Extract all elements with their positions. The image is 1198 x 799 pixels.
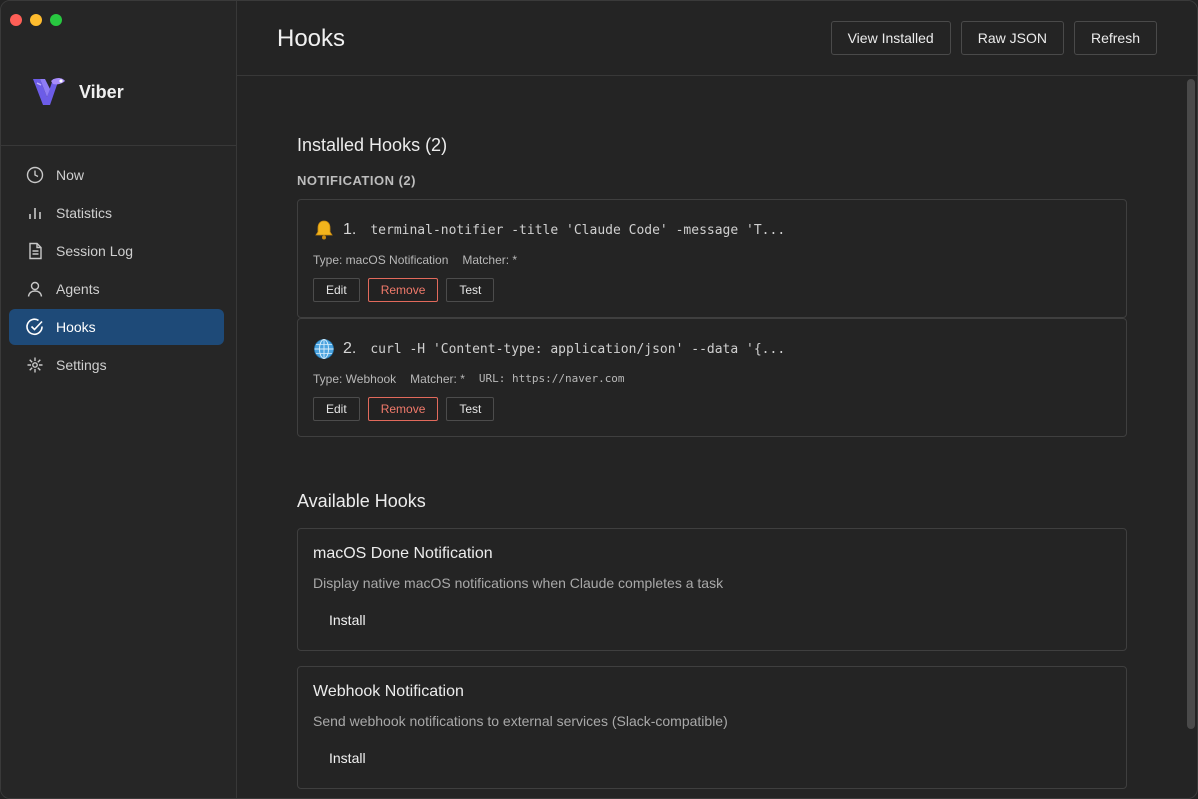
- maximize-window-button[interactable]: [50, 14, 62, 26]
- sidebar-nav: Now Statistics Session Log Agents Hooks …: [9, 157, 224, 385]
- available-hooks-title: Available Hooks: [297, 491, 426, 511]
- available-hook-description: Display native macOS notifications when …: [313, 575, 724, 591]
- app-name: Viber: [79, 81, 124, 102]
- app-window: Viber Now Statistics Session Log Agents …: [0, 0, 1198, 799]
- bar-chart-icon: [29, 208, 41, 219]
- hook-type: Type: macOS Notification: [313, 253, 449, 267]
- main-panel: Hooks View Installed Raw JSON Refresh In…: [237, 1, 1197, 798]
- document-icon: [29, 242, 42, 260]
- available-hook-name: macOS Done Notification: [313, 545, 493, 562]
- install-button[interactable]: Install: [313, 607, 382, 633]
- close-window-button[interactable]: [10, 14, 22, 26]
- sidebar-item-now[interactable]: Now: [9, 157, 224, 193]
- viber-logo-icon: [33, 78, 65, 105]
- hook-number: 1.: [343, 221, 357, 238]
- installed-hook-card: 1. terminal-notifier -title 'Claude Code…: [297, 199, 1127, 318]
- hook-matcher: Matcher: *: [462, 253, 518, 267]
- sidebar-divider: [1, 145, 236, 146]
- hook-matcher: Matcher: *: [410, 372, 465, 386]
- installed-hook-card: 2. curl -H 'Content-type: application/js…: [297, 318, 1127, 437]
- window-controls: [10, 14, 62, 26]
- hook-type: Type: Webhook: [313, 372, 397, 386]
- test-button[interactable]: Test: [446, 397, 495, 421]
- sidebar-item-label: Statistics: [56, 205, 113, 221]
- hook-header: 2. curl -H 'Content-type: application/js…: [313, 338, 785, 360]
- person-icon: [27, 281, 43, 297]
- brand: Viber: [31, 75, 124, 109]
- check-circle-icon: [26, 318, 43, 335]
- page-title: Hooks: [277, 25, 346, 52]
- sidebar-item-label: Session Log: [56, 243, 134, 259]
- notification-group-label: NOTIFICATION (2): [297, 173, 416, 188]
- hook-command: terminal-notifier -title 'Claude Code' -…: [370, 222, 786, 238]
- vertical-scrollbar[interactable]: [1187, 79, 1195, 729]
- hook-url: URL: https://naver.com: [478, 372, 625, 385]
- top-bar: Hooks View Installed Raw JSON Refresh: [237, 1, 1197, 76]
- hook-meta: Type: Webhook Matcher: * URL: https://na…: [313, 372, 625, 386]
- sidebar-item-statistics[interactable]: Statistics: [9, 195, 224, 231]
- sidebar-item-label: Agents: [56, 281, 100, 297]
- hook-meta: Type: macOS Notification Matcher: *: [313, 253, 517, 267]
- available-hook-card: macOS Done Notification Display native m…: [297, 528, 1127, 651]
- sidebar-item-label: Hooks: [56, 319, 96, 335]
- clock-icon: [26, 166, 44, 184]
- header-actions: View Installed Raw JSON Refresh: [830, 21, 1157, 55]
- sidebar-item-settings[interactable]: Settings: [9, 347, 224, 383]
- raw-json-button[interactable]: Raw JSON: [960, 21, 1064, 55]
- sidebar: Viber Now Statistics Session Log Agents …: [1, 1, 237, 798]
- installed-hooks-title: Installed Hooks (2): [297, 135, 448, 155]
- sidebar-item-label: Now: [56, 167, 85, 183]
- hook-header: 1. terminal-notifier -title 'Claude Code…: [313, 219, 785, 241]
- available-hook-card: Webhook Notification Send webhook notifi…: [297, 666, 1127, 789]
- hook-command: curl -H 'Content-type: application/json'…: [370, 341, 786, 357]
- install-button[interactable]: Install: [313, 745, 382, 771]
- scrollbar-thumb[interactable]: [1187, 79, 1195, 729]
- available-hook-name: Webhook Notification: [313, 683, 464, 700]
- available-hook-description: Send webhook notifications to external s…: [313, 713, 728, 729]
- refresh-button[interactable]: Refresh: [1073, 21, 1157, 55]
- minimize-window-button[interactable]: [30, 14, 42, 26]
- sidebar-item-label: Settings: [56, 357, 107, 373]
- hook-actions: Edit Remove Test: [313, 397, 495, 421]
- view-installed-button[interactable]: View Installed: [830, 21, 951, 55]
- globe-icon: [314, 339, 334, 359]
- remove-button[interactable]: Remove: [367, 397, 439, 421]
- hook-actions: Edit Remove Test: [313, 278, 495, 302]
- sidebar-item-agents[interactable]: Agents: [9, 271, 224, 307]
- remove-button[interactable]: Remove: [367, 278, 439, 302]
- bell-icon: [315, 220, 333, 240]
- sidebar-item-session-log[interactable]: Session Log: [9, 233, 224, 269]
- settings-icon: [27, 357, 43, 373]
- edit-button[interactable]: Edit: [313, 278, 360, 302]
- content-scroll-area[interactable]: Installed Hooks (2) NOTIFICATION (2) 1. …: [237, 77, 1197, 798]
- test-button[interactable]: Test: [446, 278, 495, 302]
- sidebar-item-hooks[interactable]: Hooks: [9, 309, 224, 345]
- edit-button[interactable]: Edit: [313, 397, 360, 421]
- hook-number: 2.: [343, 340, 357, 357]
